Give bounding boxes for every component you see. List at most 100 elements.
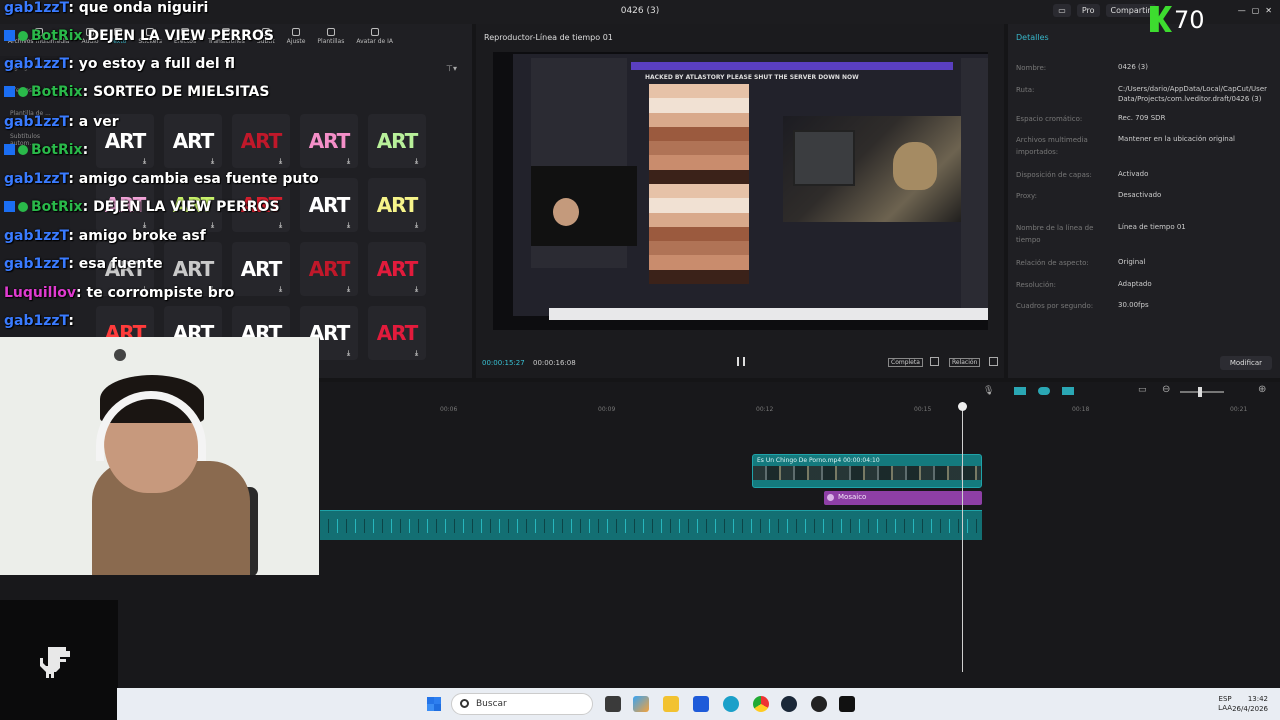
- minimize-icon[interactable]: —: [1238, 6, 1246, 15]
- ratio-button[interactable]: Relación: [949, 358, 981, 367]
- mosaic-cell: [649, 212, 664, 227]
- download-icon[interactable]: ⤓: [415, 222, 422, 229]
- mosaic-cell: [734, 84, 749, 99]
- download-icon[interactable]: ⤓: [347, 286, 354, 293]
- text-template-card[interactable]: ART ⤓: [232, 242, 290, 296]
- mosaic-cell: [720, 141, 735, 156]
- template-preview-text: ART: [172, 257, 215, 281]
- download-icon[interactable]: ⤓: [347, 350, 354, 357]
- text-template-card[interactable]: ART ⤓: [300, 114, 358, 168]
- tab-plantillas[interactable]: Plantillas: [317, 26, 344, 50]
- close-icon[interactable]: ✕: [1265, 6, 1272, 15]
- mosaic-cell: [720, 255, 735, 270]
- zoom-slider[interactable]: [1180, 391, 1224, 393]
- language-indicator[interactable]: ESP LAA: [1218, 695, 1232, 713]
- comment-icon[interactable]: ▭: [1138, 385, 1147, 395]
- layout-icon[interactable]: ▭: [1053, 4, 1071, 17]
- preview-video: [783, 116, 973, 222]
- zoom-slider-handle[interactable]: [1198, 387, 1202, 397]
- zoom-in-icon[interactable]: ⊕: [1258, 384, 1266, 395]
- crop-icon[interactable]: [930, 357, 939, 366]
- playhead[interactable]: [958, 402, 967, 672]
- mosaic-effect-clip[interactable]: Mosaico: [824, 491, 982, 505]
- filter-icon[interactable]: ⊤▾: [446, 64, 457, 73]
- text-template-card[interactable]: ART ⤓: [368, 242, 426, 296]
- download-icon[interactable]: ⤓: [347, 222, 354, 229]
- detail-key: Nombre de la línea de tiempo: [1016, 224, 1094, 244]
- mosaic-cell: [720, 126, 735, 142]
- pro-button[interactable]: Pro: [1076, 4, 1100, 17]
- text-template-card[interactable]: ART ⤓: [368, 306, 426, 360]
- video-clip[interactable]: Es Un Chingo De Porno.mp4 00:00:04:10: [752, 454, 982, 488]
- obs-icon[interactable]: [811, 696, 827, 712]
- preview-screen[interactable]: HACKED BY ATLASTORY PLEASE SHUT THE SERV…: [493, 52, 988, 330]
- mosaic-cell: [663, 226, 678, 242]
- mosaic-label: Mosaico: [838, 493, 867, 501]
- text-template-card[interactable]: ART ⤓: [368, 178, 426, 232]
- magnet-icon[interactable]: [1038, 387, 1050, 395]
- chat-text: :: [68, 313, 74, 329]
- mosaic-cell: [720, 226, 735, 242]
- file-explorer-icon[interactable]: [663, 696, 679, 712]
- text-template-card[interactable]: ART ⤓: [300, 242, 358, 296]
- download-icon[interactable]: ⤓: [279, 222, 286, 229]
- zoom-out-icon[interactable]: ⊖: [1162, 384, 1170, 395]
- fullscreen-icon[interactable]: [989, 357, 998, 366]
- steam-icon[interactable]: [781, 696, 797, 712]
- wall-object: [114, 349, 126, 361]
- share-button[interactable]: Compartir: [1105, 4, 1156, 17]
- store-icon[interactable]: [693, 696, 709, 712]
- chat-username: gab1zzT: [4, 56, 69, 72]
- download-icon[interactable]: ⤓: [211, 158, 218, 165]
- mosaic-cell: [706, 98, 721, 113]
- link-icon[interactable]: [1014, 387, 1026, 395]
- monitor-shape: [793, 130, 855, 186]
- chrome-icon[interactable]: [753, 696, 769, 712]
- download-icon[interactable]: ⤓: [143, 158, 150, 165]
- text-template-card[interactable]: ART ⤓: [164, 114, 222, 168]
- mosaic-cell: [734, 255, 749, 270]
- mosaic-cell: [734, 183, 749, 199]
- snap-icon[interactable]: [1062, 387, 1074, 395]
- playhead-knob[interactable]: [958, 402, 967, 411]
- mosaic-cell: [691, 269, 707, 284]
- taskbar-search[interactable]: Buscar: [451, 693, 593, 715]
- text-template-card[interactable]: ART ⤓: [368, 114, 426, 168]
- modify-button[interactable]: Modificar: [1219, 356, 1272, 370]
- edge-icon[interactable]: [723, 696, 739, 712]
- download-icon[interactable]: ⤓: [415, 350, 422, 357]
- system-clock[interactable]: 13:42 26/4/2026: [1232, 694, 1268, 714]
- tab-ajuste[interactable]: Ajuste: [287, 26, 305, 50]
- download-icon[interactable]: ⤓: [279, 286, 286, 293]
- complete-button[interactable]: Completa: [888, 358, 923, 367]
- download-icon[interactable]: ⤓: [415, 158, 422, 165]
- search-placeholder: Buscar: [476, 699, 507, 709]
- windows-start-icon[interactable]: [427, 697, 441, 711]
- main-track-clip[interactable]: [320, 510, 982, 540]
- mosaic-cell: [677, 98, 692, 113]
- microphone-icon[interactable]: 🎙: [983, 386, 994, 396]
- chat-message: gab1zzT: a ver: [4, 114, 119, 130]
- tab-avatar-de-ia[interactable]: Avatar de IA: [356, 26, 393, 50]
- download-icon[interactable]: ⤓: [415, 286, 422, 293]
- chat-text: : esa fuente: [68, 256, 163, 272]
- download-icon[interactable]: ⤓: [347, 158, 354, 165]
- pause-icon[interactable]: [737, 357, 745, 366]
- download-icon[interactable]: ⤓: [279, 158, 286, 165]
- copilot-icon[interactable]: [633, 696, 649, 712]
- maximize-icon[interactable]: ▢: [1252, 6, 1260, 15]
- chat-text: : amigo cambia esa fuente puto: [68, 171, 319, 187]
- chat-message: BotRix:: [4, 142, 88, 158]
- mosaic-cell: [649, 226, 664, 242]
- preview-content: HACKED BY ATLASTORY PLEASE SHUT THE SERV…: [513, 54, 988, 316]
- download-icon[interactable]: ⤓: [211, 222, 218, 229]
- mosaic-cell: [706, 126, 721, 142]
- time-ruler[interactable]: 00:06 00:09 00:12 00:15 00:18 00:21: [320, 404, 1280, 416]
- template-preview-text: ART: [308, 193, 351, 217]
- capcut-icon[interactable]: [839, 696, 855, 712]
- chat-message: gab1zzT: yo estoy a full del fl: [4, 56, 235, 72]
- detail-key: Resolución:: [1016, 281, 1057, 289]
- text-template-card[interactable]: ART ⤓: [232, 114, 290, 168]
- task-view-icon[interactable]: [605, 696, 621, 712]
- mosaic-cell: [649, 155, 664, 170]
